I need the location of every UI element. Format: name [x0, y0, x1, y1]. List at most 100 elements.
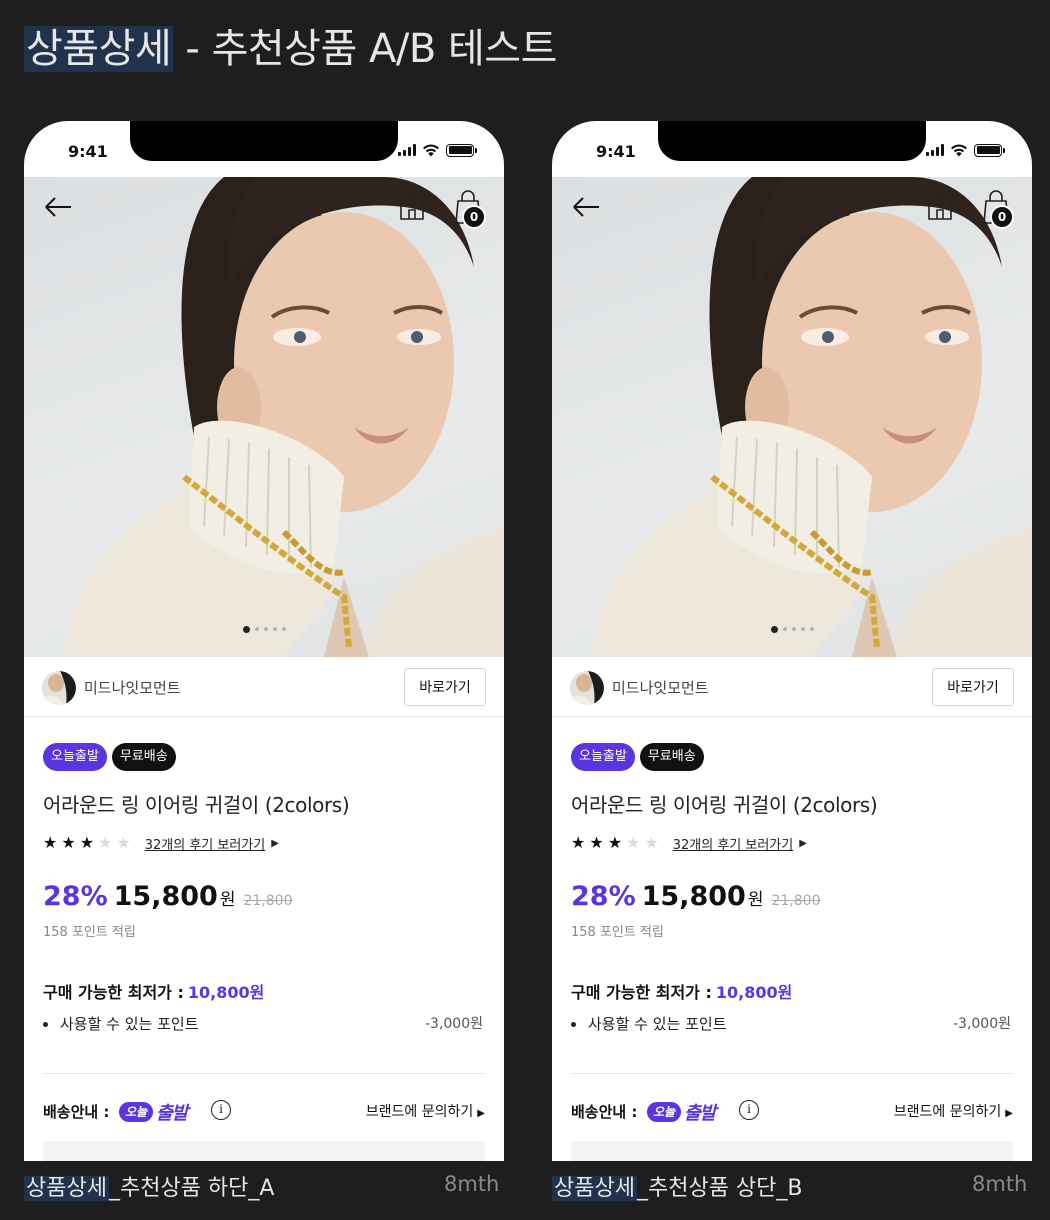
- badge-group: 오늘출발 무료배송: [43, 743, 176, 771]
- product-image[interactable]: 0: [24, 177, 504, 657]
- brand-row: 미드나잇모먼트 바로가기: [552, 657, 1032, 717]
- lowest-price: 구매 가능한 최저가 :10,800원: [571, 979, 792, 1003]
- home-icon[interactable]: [398, 191, 426, 221]
- brand-avatar[interactable]: [570, 671, 604, 705]
- wifi-icon: [423, 144, 439, 157]
- star-icon: ★: [571, 833, 586, 852]
- info-icon[interactable]: i: [739, 1100, 759, 1120]
- frame-caption-a: 상품상세_추천상품 하단_A: [24, 1170, 274, 1202]
- frame-meta-b: 8mth: [972, 1172, 1028, 1196]
- brand-name[interactable]: 미드나잇모먼트: [612, 677, 709, 698]
- star-empty-icon: ★: [626, 833, 641, 852]
- points-note: 158 포인트 적립: [43, 925, 136, 940]
- caption-highlight: 상품상세: [24, 1176, 109, 1201]
- currency-unit: 원: [219, 890, 236, 910]
- back-arrow-icon[interactable]: [570, 191, 602, 223]
- points-bullet: 사용할 수 있는 포인트 -3,000원: [571, 1013, 1011, 1034]
- today-shipping-badge: 오늘출발: [43, 743, 107, 771]
- discount-rate: 28%: [571, 881, 636, 912]
- rating-row: ★ ★ ★ ★ ★ 32개의 후기 보러가기 ▶: [43, 833, 279, 853]
- today-departure-logo: 오늘 출발: [119, 1099, 188, 1125]
- product-image[interactable]: 0: [552, 177, 1032, 657]
- back-arrow-icon[interactable]: [42, 191, 74, 223]
- gallery-indicator[interactable]: [552, 625, 1032, 633]
- status-bar: 9:41: [552, 121, 1032, 177]
- star-icon: ★: [607, 833, 623, 852]
- brand-name[interactable]: 미드나잇모먼트: [84, 677, 181, 698]
- star-icon: ★: [589, 833, 604, 852]
- lowest-price-label: 구매 가능한 최저가 :: [43, 983, 184, 1002]
- phone-frame-b: 9:41 0 미드나잇모먼트 바로가기 오늘출발 무료배송 어라운드 링 이어링…: [552, 121, 1032, 1161]
- brand-row: 미드나잇모먼트 바로가기: [24, 657, 504, 717]
- chevron-right-icon: ▶: [1005, 1108, 1013, 1119]
- cart-count-badge: 0: [990, 205, 1014, 229]
- shipping-row: 배송안내 : 오늘 출발 i 브랜드에 문의하기 ▶: [571, 1097, 1013, 1125]
- product-name: 어라운드 링 이어링 귀걸이 (2colors): [43, 793, 350, 817]
- price-row: 28% 15,800 원 21,800: [43, 881, 292, 912]
- lowest-price-value: 10,800원: [187, 983, 265, 1002]
- review-link[interactable]: 32개의 후기 보러가기: [145, 834, 266, 853]
- wifi-icon: [951, 144, 967, 157]
- goto-brand-button[interactable]: 바로가기: [404, 668, 486, 706]
- signal-icon: [398, 144, 416, 156]
- brand-inquiry-link[interactable]: 브랜드에 문의하기 ▶: [366, 1101, 485, 1121]
- sale-price: 15,800: [641, 881, 746, 912]
- lowest-price-value: 10,800원: [715, 983, 793, 1002]
- logo-text: 출발: [156, 1103, 188, 1124]
- chevron-right-icon: ▶: [477, 1108, 485, 1119]
- caption-rest: _추천상품 상단_B: [636, 1176, 803, 1201]
- caption-rest: _추천상품 하단_A: [108, 1176, 275, 1201]
- chevron-right-icon[interactable]: ▶: [271, 838, 279, 849]
- shipping-notice-box: [571, 1141, 1013, 1161]
- home-icon[interactable]: [926, 191, 954, 221]
- page-title-rest: - 추천상품 A/B 테스트: [173, 26, 557, 72]
- page-title-highlight: 상품상세: [24, 26, 174, 72]
- logo-pill: 오늘: [647, 1102, 682, 1122]
- frame-meta-a: 8mth: [444, 1172, 500, 1196]
- original-price: 21,800: [243, 893, 293, 909]
- sale-price: 15,800: [113, 881, 218, 912]
- product-name: 어라운드 링 이어링 귀걸이 (2colors): [571, 793, 878, 817]
- shipping-label: 배송안내 :: [571, 1103, 638, 1121]
- currency-unit: 원: [747, 890, 764, 910]
- goto-brand-button[interactable]: 바로가기: [932, 668, 1014, 706]
- lowest-price: 구매 가능한 최저가 :10,800원: [43, 979, 264, 1003]
- status-time: 9:41: [596, 142, 636, 161]
- brand-inquiry-link[interactable]: 브랜드에 문의하기 ▶: [894, 1101, 1013, 1121]
- brand-inquiry-label: 브랜드에 문의하기: [365, 1104, 474, 1120]
- review-link[interactable]: 32개의 후기 보러가기: [673, 834, 794, 853]
- star-icon: ★: [61, 833, 76, 852]
- star-icon: ★: [79, 833, 95, 852]
- discount-rate: 28%: [43, 881, 108, 912]
- system-icons: [926, 143, 1005, 157]
- page-title: 상품상세 - 추천상품 A/B 테스트: [24, 16, 557, 74]
- today-departure-logo: 오늘 출발: [647, 1099, 716, 1125]
- logo-text: 출발: [684, 1103, 716, 1124]
- free-shipping-badge: 무료배송: [639, 743, 704, 771]
- system-icons: [398, 143, 477, 157]
- badge-group: 오늘출발 무료배송: [571, 743, 704, 771]
- brand-avatar[interactable]: [42, 671, 76, 705]
- info-icon[interactable]: i: [211, 1100, 231, 1120]
- original-price: 21,800: [771, 893, 821, 909]
- bullet-dot: [571, 1022, 576, 1027]
- star-empty-icon: ★: [98, 833, 113, 852]
- chevron-right-icon[interactable]: ▶: [799, 838, 807, 849]
- model-photo: [64, 177, 504, 657]
- points-note: 158 포인트 적립: [571, 925, 664, 940]
- rating-row: ★ ★ ★ ★ ★ 32개의 후기 보러가기 ▶: [571, 833, 807, 853]
- brand-inquiry-label: 브랜드에 문의하기: [893, 1104, 1002, 1120]
- today-shipping-badge: 오늘출발: [571, 743, 635, 771]
- shipping-row: 배송안내 : 오늘 출발 i 브랜드에 문의하기 ▶: [43, 1097, 485, 1125]
- device-notch: [658, 121, 926, 161]
- device-notch: [130, 121, 398, 161]
- shipping-notice-box: [43, 1141, 485, 1161]
- status-bar: 9:41: [24, 121, 504, 177]
- points-bullet-amount: -3,000원: [952, 1016, 1011, 1032]
- bullet-dot: [43, 1022, 48, 1027]
- status-time: 9:41: [68, 142, 108, 161]
- signal-icon: [926, 144, 944, 156]
- divider: [571, 1073, 1013, 1074]
- gallery-indicator[interactable]: [24, 625, 504, 633]
- star-empty-icon: ★: [644, 833, 659, 852]
